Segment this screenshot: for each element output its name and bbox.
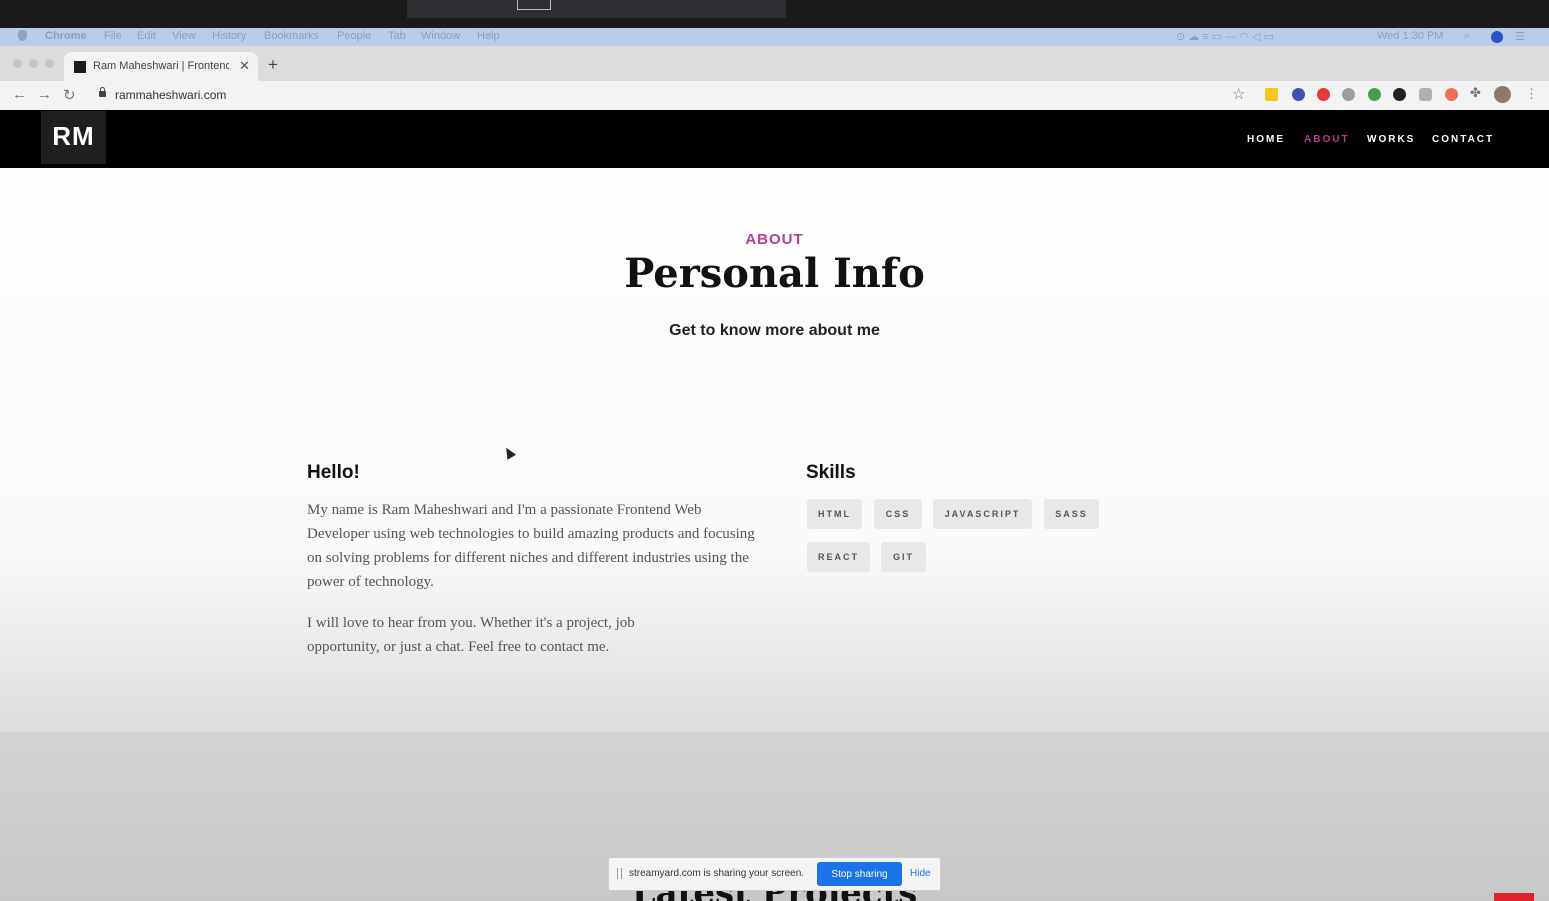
menu-file[interactable]: File [104,30,122,42]
menubar-app-name[interactable]: Chrome [45,30,87,42]
bookmark-star-icon[interactable]: ☆ [1232,85,1245,103]
browser-toolbar: ← → ↻ rammaheshwari.com ☆ ✤ ⋮ [0,81,1549,111]
hide-button[interactable]: Hide [910,868,931,879]
menu-tab[interactable]: Tab [388,30,406,42]
extension-icon-shield[interactable] [1317,88,1330,101]
screen-top-panel [407,0,786,18]
window-minimize-button[interactable] [29,59,38,68]
favicon-icon [74,61,86,73]
menu-bookmarks[interactable]: Bookmarks [264,30,319,42]
extension-icon-notes[interactable] [1265,88,1278,101]
share-message: streamyard.com is sharing your screen. [629,868,805,879]
status-icons: ⊙ ☁ ≡ ▭ — ◠ ◁ ▭ [1176,31,1274,43]
nav-about[interactable]: ABOUT [1304,134,1350,145]
mac-menubar: Chrome File Edit View History Bookmarks … [0,28,1549,46]
nav-works[interactable]: WORKS [1367,134,1415,145]
extension-icon-dark[interactable] [1393,88,1406,101]
extension-icon-face[interactable] [1445,88,1458,101]
about-paragraph-1: My name is Ram Maheshwari and I'm a pass… [307,502,755,590]
siri-icon[interactable] [1491,31,1503,43]
browser-tab-bar: Ram Maheshwari | Frontend W ✕ + [0,46,1549,81]
browser-menu-icon[interactable]: ⋮ [1525,86,1538,102]
menu-window[interactable]: Window [421,30,460,42]
lock-icon[interactable] [99,87,106,97]
tab-title: Ram Maheshwari | Frontend W [93,60,229,72]
new-tab-button[interactable]: + [268,55,278,75]
nav-contact[interactable]: CONTACT [1432,134,1494,145]
camera-extension-icon[interactable] [1419,88,1432,101]
nav-home[interactable]: HOME [1247,134,1285,145]
browser-tab[interactable]: Ram Maheshwari | Frontend W ✕ [64,52,258,81]
window-close-button[interactable] [13,59,22,68]
extensions-puzzle-icon[interactable]: ✤ [1470,85,1481,101]
spotlight-search-icon[interactable]: ⌕ [1464,30,1470,43]
skill-chip-react: REACT [807,542,870,572]
reload-button[interactable]: ↻ [63,86,76,104]
section-kicker: ABOUT [745,231,804,248]
skill-chip-sass: SASS [1044,499,1099,529]
extension-icon-blue[interactable] [1292,88,1305,101]
skills-heading: Skills [806,462,856,483]
section-subtitle: Get to know more about me [669,322,880,339]
window-zoom-button[interactable] [45,59,54,68]
address-bar-url[interactable]: rammaheshwari.com [115,88,226,102]
drag-handle-icon[interactable] [617,868,622,879]
extension-icon-grey[interactable] [1342,88,1355,101]
profile-avatar[interactable] [1494,86,1511,103]
menu-history[interactable]: History [212,30,246,42]
hello-heading: Hello! [307,462,360,483]
back-button[interactable]: ← [12,86,27,103]
skill-chip-html: HTML [807,499,862,529]
screen-top-strip [0,0,1549,28]
site-logo[interactable]: RM [41,111,106,164]
apple-icon[interactable] [18,30,27,41]
menubar-clock[interactable]: Wed 1:30 PM [1377,30,1443,42]
menu-view[interactable]: View [172,30,196,42]
about-paragraph-2: I will love to hear from you. Whether it… [307,615,635,655]
menu-people[interactable]: People [337,30,371,42]
menu-edit[interactable]: Edit [137,30,156,42]
extension-icon-green[interactable] [1368,88,1381,101]
red-indicator [1494,893,1534,901]
notification-center-icon[interactable]: ☰ [1515,30,1525,43]
skill-chip-javascript: JAVASCRIPT [933,499,1032,529]
section-title: Personal Info [624,250,925,297]
tab-close-icon[interactable]: ✕ [239,58,250,74]
site-header: RM HOME ABOUT WORKS CONTACT [0,110,1549,168]
screen-share-bar: streamyard.com is sharing your screen. S… [608,857,941,891]
screen-top-outline [517,0,551,10]
stop-sharing-button[interactable]: Stop sharing [817,862,902,886]
skill-chip-css: CSS [874,499,922,529]
skill-chip-git: GIT [881,542,926,572]
menu-help[interactable]: Help [477,30,500,42]
forward-button[interactable]: → [37,86,52,103]
